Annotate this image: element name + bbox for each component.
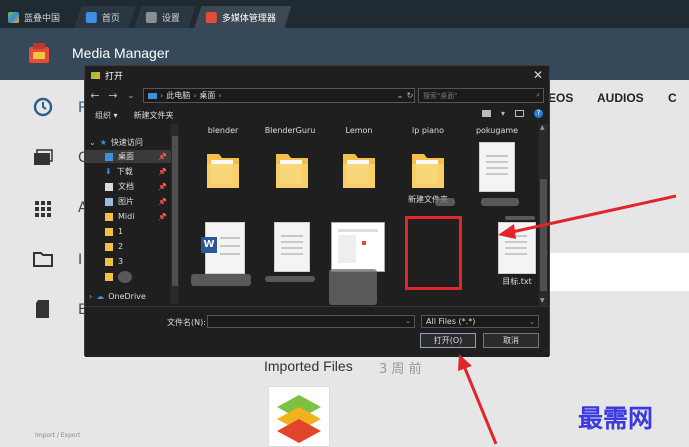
arrow-to-file	[511, 194, 677, 234]
watermark: 最需网	[578, 404, 654, 433]
arrowhead-icon	[498, 224, 516, 239]
arrowhead-icon	[458, 354, 472, 371]
arrow-to-open-button	[462, 365, 498, 445]
annotation-arrows	[458, 194, 677, 445]
